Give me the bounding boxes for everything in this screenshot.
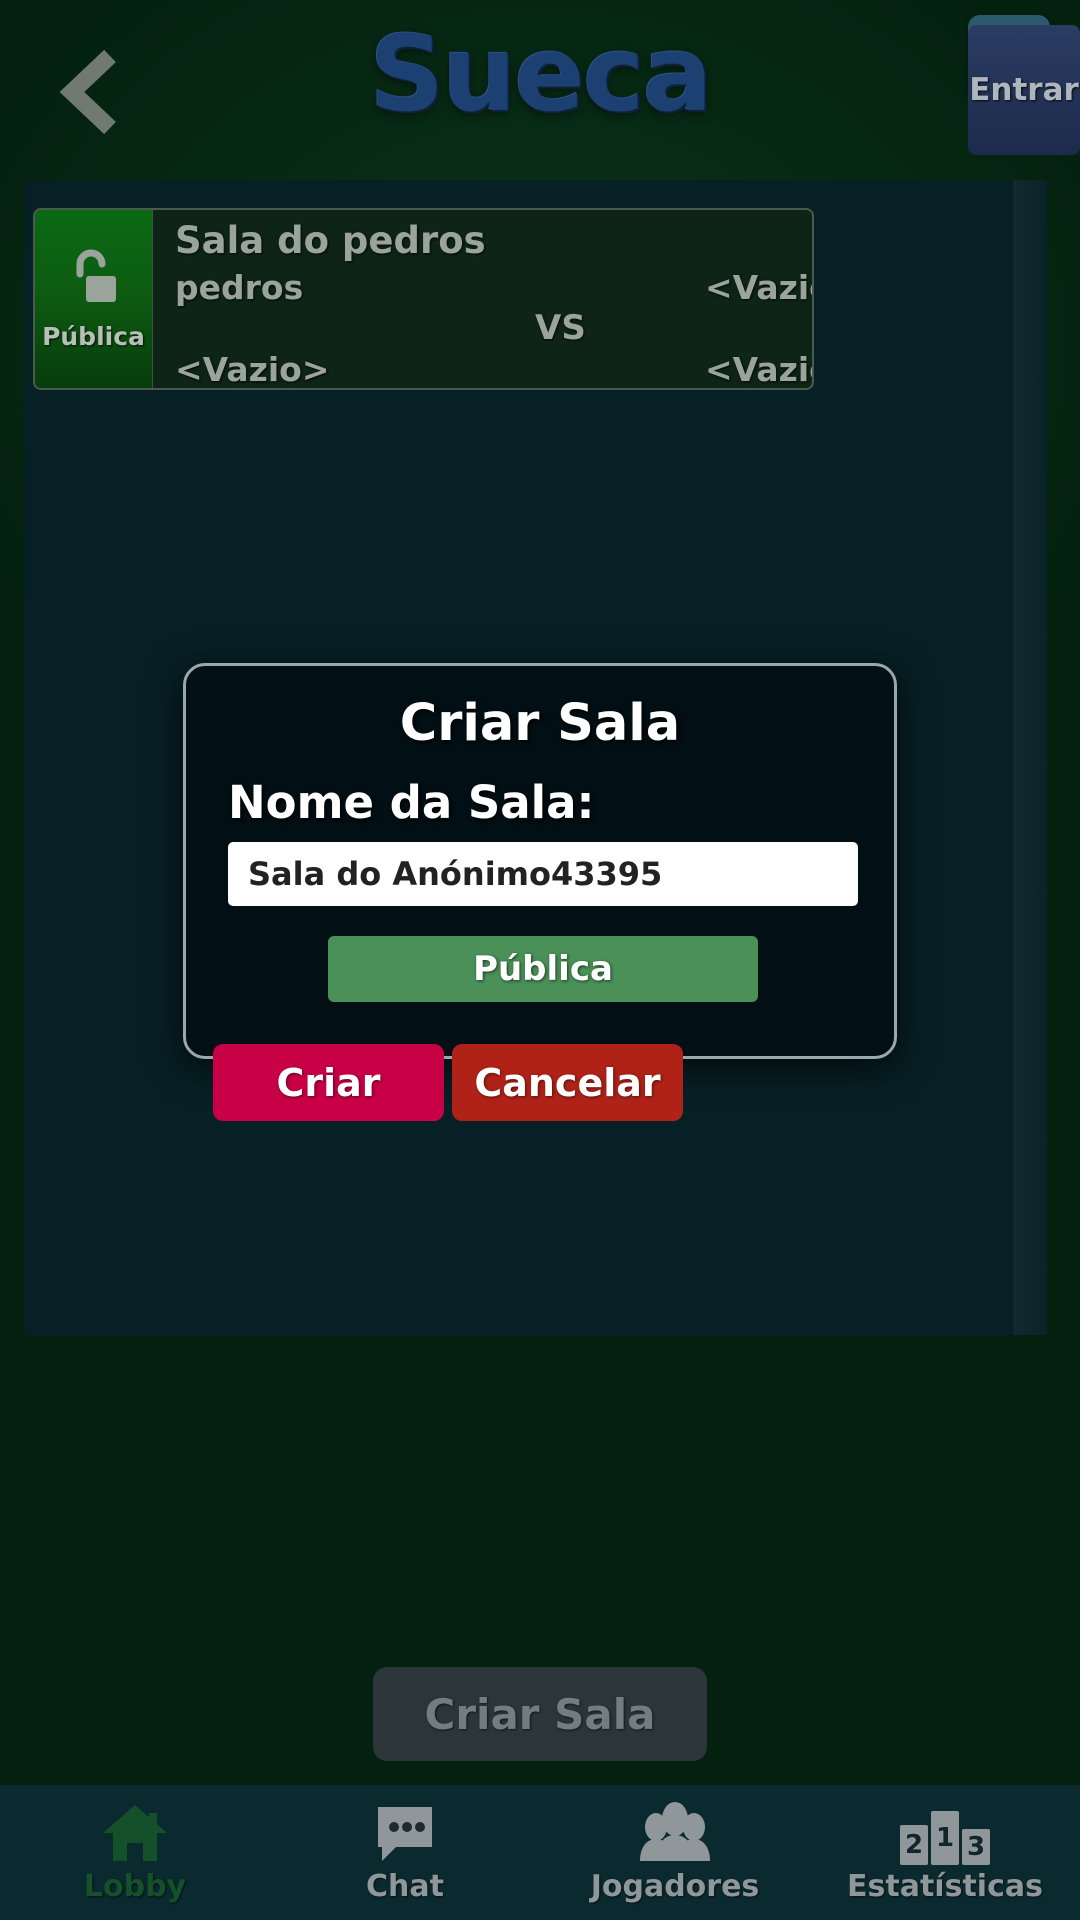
unlocked-padlock-icon bbox=[66, 248, 122, 314]
nav-label-players: Jogadores bbox=[590, 1869, 760, 1904]
room-name-input[interactable] bbox=[228, 842, 858, 906]
nav-item-lobby[interactable]: Lobby bbox=[0, 1785, 270, 1920]
room-player-slot-a2: <Vazio> bbox=[175, 350, 330, 389]
room-enter-label: Entrar bbox=[969, 72, 1079, 108]
house-icon bbox=[99, 1801, 171, 1865]
room-privacy-label: Pública bbox=[42, 321, 145, 351]
nav-label-lobby: Lobby bbox=[83, 1869, 187, 1904]
create-room-button-label: Criar Sala bbox=[424, 1689, 656, 1739]
nav-item-chat[interactable]: Chat bbox=[270, 1785, 540, 1920]
nav-label-chat: Chat bbox=[366, 1869, 444, 1904]
room-list-item[interactable]: Pública Sala do pedros pedros <Vazio> VS… bbox=[33, 208, 814, 390]
room-versus-label: VS bbox=[535, 308, 586, 348]
privacy-toggle-button[interactable]: Pública bbox=[328, 936, 758, 1002]
podium-block-2: 2 bbox=[900, 1825, 928, 1865]
room-privacy-badge: Pública bbox=[35, 210, 153, 388]
nav-item-stats[interactable]: 2 1 3 Estatísticas bbox=[810, 1785, 1080, 1920]
room-list-scrollbar[interactable] bbox=[1013, 180, 1047, 1335]
room-enter-button[interactable]: Entrar bbox=[968, 25, 1080, 155]
dialog-cancel-button[interactable]: Cancelar bbox=[452, 1044, 683, 1121]
room-details: Sala do pedros pedros <Vazio> VS <Vazio>… bbox=[153, 210, 812, 388]
nav-label-stats: Estatísticas bbox=[847, 1869, 1043, 1904]
podium-block-1: 1 bbox=[931, 1811, 959, 1865]
room-player-slot-a1: pedros bbox=[175, 268, 304, 307]
podium-icon: 2 1 3 bbox=[900, 1801, 990, 1865]
room-player-slot-b1: <Vazio> bbox=[705, 268, 812, 307]
dialog-title: Criar Sala bbox=[399, 694, 681, 753]
room-player-slot-b2: <Vazio> bbox=[705, 350, 812, 389]
chat-bubble-icon bbox=[370, 1801, 440, 1865]
create-room-dialog: Criar Sala Nome da Sala: Pública Criar C… bbox=[183, 663, 897, 1121]
header-bar: Sueca bbox=[0, 0, 1080, 180]
dialog-confirm-button[interactable]: Criar bbox=[213, 1044, 444, 1121]
app-root: Sueca Pública Sala do pedros pedros <Vaz… bbox=[0, 0, 1080, 1920]
page-title: Sueca bbox=[369, 13, 712, 135]
nav-item-players[interactable]: Jogadores bbox=[540, 1785, 810, 1920]
bottom-navigation: Lobby Chat Jogadores 2 1 3 Estatísticas bbox=[0, 1785, 1080, 1920]
room-title: Sala do pedros bbox=[175, 219, 486, 262]
create-room-button[interactable]: Criar Sala bbox=[373, 1667, 707, 1761]
people-icon bbox=[636, 1801, 714, 1865]
podium-block-3: 3 bbox=[962, 1829, 990, 1865]
room-name-label: Nome da Sala: bbox=[228, 776, 595, 829]
